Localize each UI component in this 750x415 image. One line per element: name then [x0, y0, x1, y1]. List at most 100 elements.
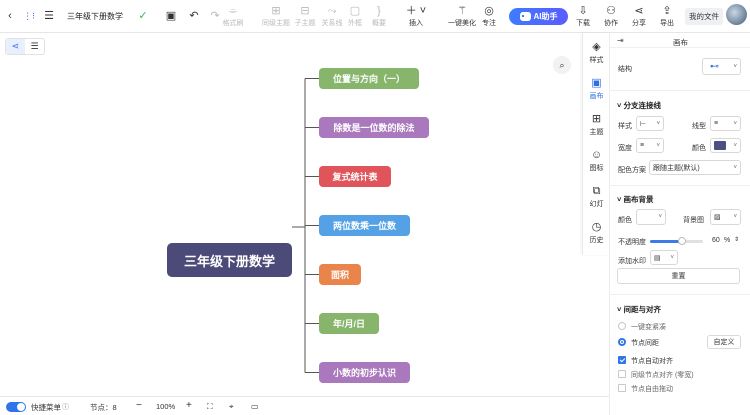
root-topic[interactable]: 三年级下册数学 — [167, 243, 292, 277]
back-icon[interactable]: ‹ — [4, 9, 16, 23]
same-level-align-checkbox[interactable] — [618, 370, 626, 378]
document-title[interactable]: 三年级下册数学 — [67, 11, 123, 22]
saved-status-icon: ✓ — [138, 10, 148, 22]
format-brush-button[interactable]: ⌯ 格式刷 — [222, 3, 244, 30]
branch-topic[interactable]: 复式统计表 — [319, 166, 391, 187]
opacity-value[interactable]: 60 — [712, 237, 720, 244]
node-count: 节点：8 — [90, 403, 117, 412]
branch-style-select[interactable]: ⊢ ˅ — [636, 116, 664, 131]
opacity-stepper-icon[interactable]: ⇕ — [734, 236, 739, 243]
format-brush-icon: ⌯ — [228, 5, 238, 17]
tab-canvas[interactable]: ▣ 画布 — [583, 71, 610, 107]
branch-topic[interactable]: 除数是一位数的除法 — [319, 117, 429, 138]
branch-color-select[interactable]: ˅ — [710, 138, 741, 153]
compact-label: 一键变紧凑 — [631, 324, 666, 331]
sibling-topic-button[interactable]: ⊞ 同级主题 — [260, 3, 292, 30]
tab-theme[interactable]: ⊞ 主题 — [583, 107, 610, 143]
branch-topic[interactable]: 位置与方向（一） — [319, 68, 419, 89]
tab-style[interactable]: ◈ 样式 — [583, 35, 610, 71]
branch-color-label: 颜色 — [692, 145, 706, 152]
status-bar: 快捷菜单 ⓘ 节点：8 − 100% + ⛶ ⌖ ▭ — [0, 396, 609, 415]
tab-history[interactable]: ◷ 历史 — [583, 215, 610, 251]
opacity-slider[interactable] — [650, 237, 703, 245]
zoom-in-icon[interactable]: + — [186, 400, 192, 411]
tab-slides[interactable]: ⧉ 幻灯 — [583, 179, 610, 215]
my-files-button[interactable]: 我的文件 — [685, 8, 723, 25]
paint-bucket-icon: ◈ — [592, 41, 601, 53]
shortcut-menu-toggle[interactable] — [6, 402, 26, 412]
custom-spacing-button[interactable]: 自定义 — [707, 335, 741, 349]
auto-align-checkbox[interactable] — [618, 356, 626, 364]
export-icon: ⇪ — [662, 5, 672, 17]
top-toolbar: ‹ ⋮⁝ ☰ 三年级下册数学 ✓ ▣ ↶ ↷ ⌯ 格式刷 ⊞ 同级主题 ⊟ 子主… — [0, 0, 750, 33]
color-scheme-select[interactable]: 跟随主题(默认) ˅ — [649, 160, 741, 175]
app-logo-icon[interactable]: ⋮⁝ — [22, 10, 36, 22]
structure-select[interactable]: ⊷ ˅ — [702, 58, 741, 75]
sibling-topic-icon: ⊞ — [271, 5, 281, 17]
avatar[interactable] — [726, 4, 747, 25]
share-button[interactable]: ⋖ 分享 — [629, 3, 649, 30]
node-spacing-radio[interactable] — [618, 338, 626, 346]
boundary-icon: ▢ — [349, 5, 361, 17]
history-icon: ◷ — [591, 221, 602, 233]
mindmap-canvas[interactable]: ⋖ ☰ ⌕ 位置与方向（一） 除数是一位数的除法 复式统计表 两位数乘一位数 面积 年/月… — [0, 33, 582, 396]
branch-topic[interactable]: 年/月/日 — [319, 313, 379, 334]
redo-icon[interactable]: ↷ — [208, 9, 222, 23]
bg-color-label: 颜色 — [618, 217, 632, 224]
zoom-level[interactable]: 100% — [156, 402, 175, 411]
line-type-label: 线型 — [692, 123, 706, 130]
node-spacing-label: 节点间距 — [631, 340, 659, 347]
export-button[interactable]: ⇪ 导出 — [657, 3, 677, 30]
locate-icon[interactable]: ⌖ — [229, 402, 234, 412]
line-type-select[interactable]: ≡ ˅ — [710, 116, 741, 131]
tab-icons[interactable]: ☺ 图标 — [583, 143, 610, 179]
theme-icon: ⊞ — [591, 113, 602, 125]
branch-topic[interactable]: 面积 — [319, 264, 361, 285]
bg-section-title[interactable]: ˅ 画布背景 — [617, 194, 653, 205]
branch-color-swatch — [714, 141, 726, 150]
menu-icon[interactable]: ☰ — [43, 9, 55, 23]
bg-color-select[interactable]: ˅ — [636, 209, 666, 225]
child-topic-button[interactable]: ⊟ 子主题 — [292, 3, 318, 30]
boundary-button[interactable]: ▢ 外框 — [344, 3, 366, 30]
minimap-icon[interactable]: ▭ — [251, 402, 259, 411]
branch-section-title[interactable]: ˅ 分支连接线 — [617, 100, 661, 111]
watermark-select[interactable]: ▤ ˅ — [650, 250, 678, 265]
bg-image-select[interactable]: ▨ ˅ — [710, 209, 741, 225]
line-width-label: 宽度 — [618, 145, 632, 152]
auto-align-label: 节点自动对齐 — [631, 358, 673, 365]
save-icon[interactable]: ▣ — [164, 9, 178, 23]
help-icon[interactable]: ⓘ — [62, 402, 69, 412]
bg-image-label: 背景图 — [683, 217, 704, 224]
canvas-icon: ▣ — [591, 77, 602, 89]
focus-button[interactable]: ◎ 专注 — [478, 3, 500, 30]
relation-line-button[interactable]: ⤳ 关系线 — [319, 3, 345, 30]
smiley-icon: ☺ — [590, 149, 603, 161]
divider — [610, 47, 750, 48]
divider — [609, 90, 750, 91]
spacing-section-title[interactable]: ˅ 间距与对齐 — [617, 304, 661, 315]
branch-topic[interactable]: 两位数乘一位数 — [319, 215, 410, 236]
branch-topic[interactable]: 小数的初步认识 — [319, 362, 410, 383]
divider — [609, 185, 750, 186]
collab-button[interactable]: ⚇ 协作 — [601, 3, 621, 30]
child-topic-icon: ⊟ — [300, 5, 310, 17]
side-tab-strip: ◈ 样式 ▣ 画布 ⊞ 主题 ☺ 图标 ⧉ 幻灯 ◷ 历史 — [582, 33, 609, 255]
opacity-slider-handle[interactable] — [677, 237, 686, 245]
download-button[interactable]: ⇩ 下载 — [574, 3, 592, 30]
line-width-icon: ≡ — [640, 142, 645, 149]
ai-assistant-button[interactable]: AI助手 — [509, 8, 568, 25]
compact-radio[interactable] — [618, 322, 626, 330]
fit-screen-icon[interactable]: ⛶ — [207, 402, 213, 412]
branch-style-icon: ⊢ — [640, 120, 647, 128]
divider — [609, 294, 750, 295]
reset-button[interactable]: 重置 — [617, 268, 740, 284]
summary-button[interactable]: } 概要 — [368, 3, 390, 30]
free-drag-checkbox[interactable] — [618, 384, 626, 392]
undo-icon[interactable]: ↶ — [187, 9, 201, 23]
line-width-select[interactable]: ≡ ˅ — [636, 138, 664, 153]
beautify-button[interactable]: ⚚ 一键美化 — [447, 3, 477, 30]
branch-connectors — [292, 78, 319, 373]
zoom-out-icon[interactable]: − — [136, 400, 142, 411]
insert-button[interactable]: ＋ ˅ 插入 — [403, 3, 429, 30]
